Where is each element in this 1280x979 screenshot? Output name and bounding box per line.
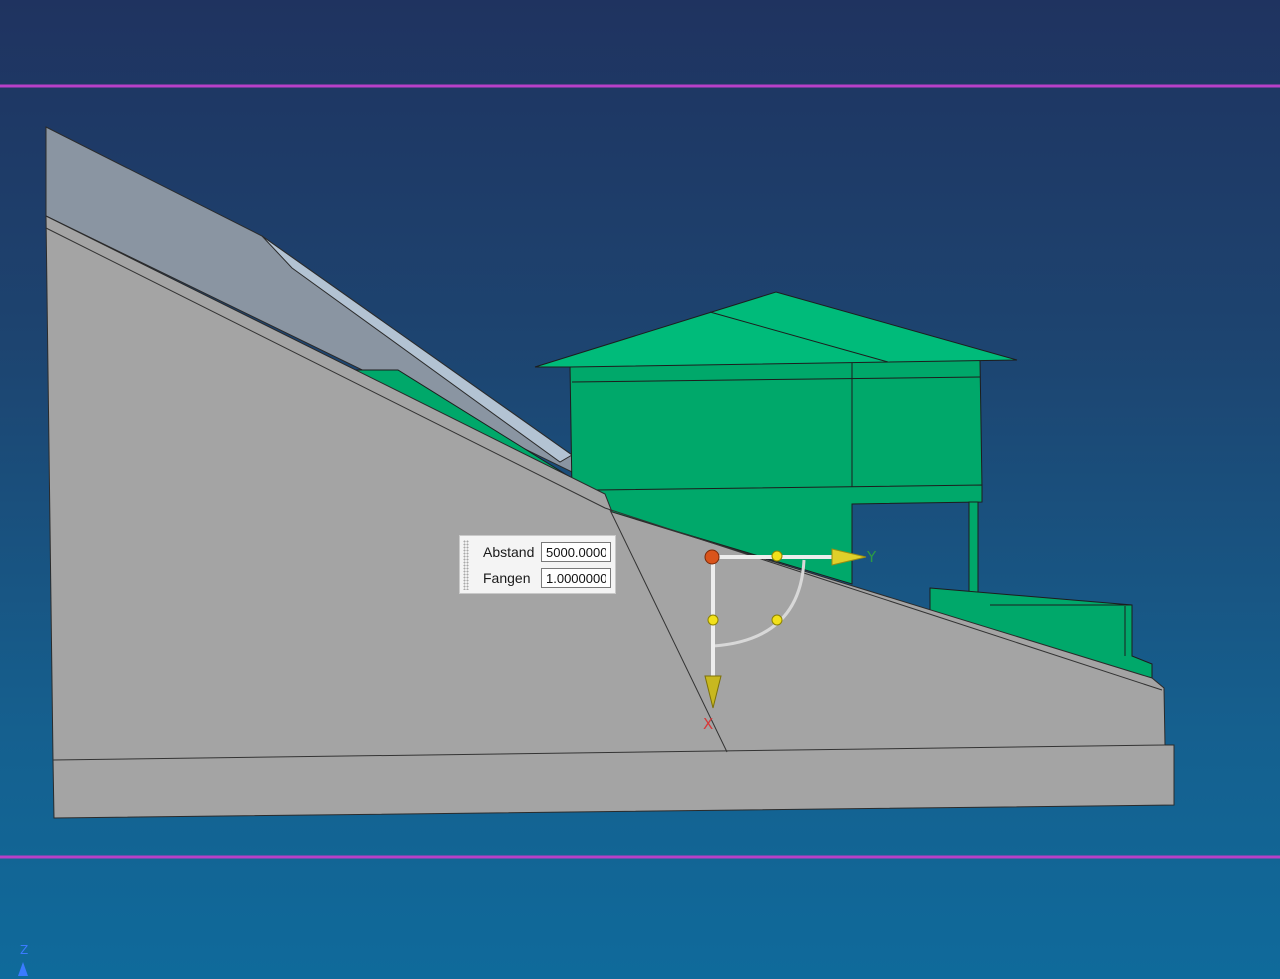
handle-y-point[interactable]: [771, 550, 783, 562]
distance-input-dialog[interactable]: Abstand Fangen: [459, 535, 616, 594]
distance-label: Abstand: [483, 544, 535, 560]
distance-row: Abstand: [483, 541, 611, 563]
handle-x-point[interactable]: [707, 614, 719, 626]
triad-z-arrow-icon: [18, 962, 28, 976]
distance-input[interactable]: [541, 542, 611, 562]
scene-canvas[interactable]: [0, 0, 1280, 979]
building-column[interactable]: [968, 501, 979, 601]
snap-label: Fangen: [483, 570, 531, 586]
3d-viewport[interactable]: Y X Abstand Fangen Z: [0, 0, 1280, 979]
terrain-body[interactable]: [45, 215, 1175, 819]
x-axis-label: X: [703, 715, 714, 733]
manipulator-origin[interactable]: [704, 549, 720, 565]
snap-input[interactable]: [541, 568, 611, 588]
building-roof[interactable]: [534, 291, 1018, 368]
handle-arc-point[interactable]: [771, 614, 783, 626]
snap-row: Fangen: [483, 567, 611, 589]
triad-z-label: Z: [20, 943, 29, 957]
y-axis-label: Y: [867, 548, 877, 566]
drag-grip-icon[interactable]: [463, 540, 469, 590]
